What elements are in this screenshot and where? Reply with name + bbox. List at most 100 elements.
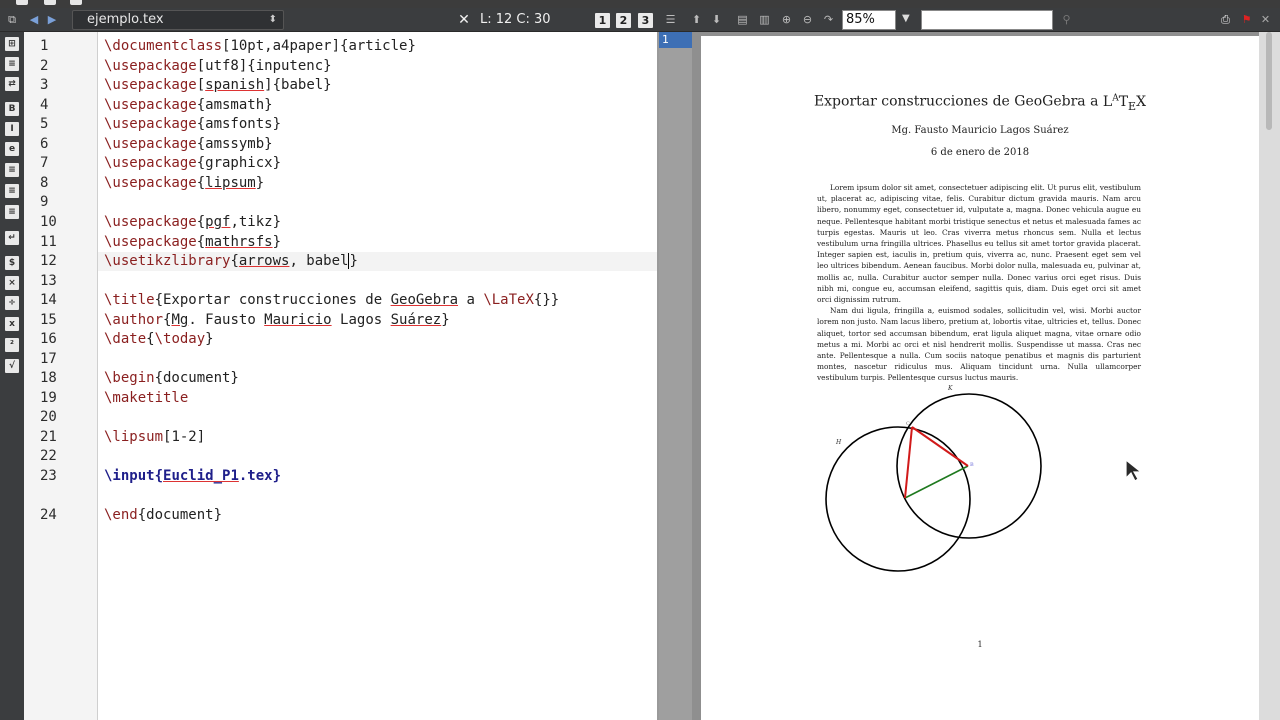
line-number: 15: [40, 312, 57, 328]
mouse-pointer-icon: [1125, 458, 1143, 482]
line-number: 3: [40, 77, 49, 93]
page-down-icon[interactable]: ⬇: [710, 13, 723, 26]
label-c: C: [906, 421, 910, 427]
newline-icon[interactable]: ↵: [5, 231, 19, 245]
view-button-1[interactable]: 1: [595, 13, 610, 28]
align-right-icon[interactable]: ≡: [5, 205, 19, 219]
code-line: \documentclass[10pt,a4paper]{article}: [104, 38, 416, 54]
main-toolbar-strip: [0, 0, 1280, 8]
code-text[interactable]: \documentclass[10pt,a4paper]{article} \u…: [104, 32, 658, 720]
code-line: \usepackage{lipsum}: [104, 175, 265, 191]
latex-logo: LATEX: [1102, 93, 1147, 113]
line-number-gutter: 1 2 3 4 5 6 7 8 9 10 11 12 13 14 15 16 1…: [24, 32, 98, 720]
code-line: \usepackage{mathrsfs}: [104, 234, 282, 250]
paragraph: Lorem ipsum dolor sit amet, consectetuer…: [817, 183, 1141, 305]
line-number: 22: [40, 448, 57, 464]
code-line: \lipsum[1-2]: [104, 429, 206, 445]
bookmarks-icon[interactable]: ≡: [5, 57, 19, 71]
superscript-icon[interactable]: ²: [5, 338, 19, 352]
sqrt-icon[interactable]: √: [5, 359, 19, 373]
circle-k: [896, 393, 1042, 539]
zoom-out-icon[interactable]: ⊖: [801, 13, 814, 26]
view-button-2[interactable]: 2: [616, 13, 631, 28]
line-number: 9: [40, 194, 49, 210]
circle-h: [825, 426, 971, 572]
document-date: 6 de enero de 2018: [930, 147, 1030, 158]
pdf-viewer[interactable]: 1 Exportar construcciones de GeoGebra a …: [659, 32, 1280, 720]
zoom-in-icon[interactable]: ⊕: [780, 13, 793, 26]
file-selector-label: ejemplo.tex: [87, 12, 164, 27]
code-line: \usepackage{amsmath}: [104, 97, 273, 113]
external-viewer-icon[interactable]: ⚑: [1240, 13, 1253, 26]
symbols-icon[interactable]: $: [5, 256, 19, 270]
line-number: 6: [40, 136, 49, 152]
line-number: 13: [40, 273, 57, 289]
line-number: 17: [40, 351, 57, 367]
sync-icon[interactable]: ↷: [822, 13, 835, 26]
emph-icon[interactable]: e: [5, 142, 19, 156]
fraction-icon[interactable]: ÷: [5, 296, 19, 310]
line-number: 11: [40, 234, 57, 250]
view-button-3[interactable]: 3: [638, 13, 653, 28]
code-line-current: \usetikzlibrary{arrows, babel}: [104, 253, 358, 269]
left-toolbar: ⊞ ≡ ⇄ B I e ≡ ≡ ≡ ↵ $ × ÷ x ² √: [0, 32, 24, 720]
find-icon[interactable]: ⚲: [1060, 13, 1073, 26]
code-editor[interactable]: 1 2 3 4 5 6 7 8 9 10 11 12 13 14 15 16 1…: [24, 32, 658, 720]
structure-icon[interactable]: ⊞: [5, 37, 19, 51]
code-line: \input{Euclid_P1.tex}: [104, 468, 282, 484]
page-up-icon[interactable]: ⬆: [690, 13, 703, 26]
open-file-icon[interactable]: [44, 0, 56, 5]
segment-bc: [911, 426, 969, 467]
segment-ac: [904, 426, 913, 499]
pdf-page: Exportar construcciones de GeoGebra a LA…: [701, 36, 1259, 720]
first-page-icon[interactable]: ▤: [736, 13, 749, 26]
align-center-icon[interactable]: ≡: [5, 184, 19, 198]
document-title: Exportar construcciones de GeoGebra a LA…: [813, 93, 1147, 113]
align-left-icon[interactable]: ≡: [5, 163, 19, 177]
label-k: K: [947, 385, 953, 392]
code-line: \usepackage{amsfonts}: [104, 116, 282, 132]
line-number: 1: [40, 38, 49, 54]
viewer-close-icon[interactable]: ✕: [1259, 13, 1272, 26]
labels-icon[interactable]: ⇄: [5, 77, 19, 91]
line-number: 14: [40, 292, 57, 308]
cursor-position-readout: L: 12 C: 30: [480, 12, 551, 27]
line-number: 16: [40, 331, 57, 347]
forward-arrow-icon[interactable]: ▶: [44, 12, 60, 28]
line-number: 20: [40, 409, 57, 425]
geometry-figure: H K C B: [825, 385, 1042, 572]
document-author: Mg. Fausto Mauricio Lagos Suárez: [891, 125, 1069, 136]
line-number: 19: [40, 390, 57, 406]
math-icon[interactable]: ×: [5, 276, 19, 290]
line-number: 4: [40, 97, 49, 113]
code-line: \begin{document}: [104, 370, 239, 386]
file-selector-caret-icon: ⬍: [268, 14, 277, 25]
subscript-icon[interactable]: x: [5, 317, 19, 331]
close-file-icon[interactable]: ✕: [457, 12, 471, 28]
viewer-search-input[interactable]: [921, 10, 1053, 30]
file-selector[interactable]: ejemplo.tex ⬍: [72, 10, 284, 30]
page-list-item[interactable]: 1: [659, 32, 692, 48]
zoom-dropdown-caret-icon[interactable]: ▼: [902, 13, 910, 24]
viewer-toolbar: ☰ ⬆ ⬇ ▤ ▥ ⊕ ⊖ ↷ 85% ▼ ⚲ ⎙ ⚑ ✕: [658, 8, 1280, 32]
document-list-icon[interactable]: ⧉: [4, 12, 20, 28]
code-line: \title{Exportar construcciones de GeoGeb…: [104, 292, 560, 308]
bold-icon[interactable]: B: [5, 102, 19, 116]
toc-icon[interactable]: ☰: [664, 13, 677, 26]
label-b: B: [970, 462, 974, 468]
texmaker-window: ⧉ ◀ ▶ ejemplo.tex ⬍ ✕ L: 12 C: 30 1 2 3 …: [0, 0, 1280, 720]
fit-page-icon[interactable]: ▥: [758, 13, 771, 26]
back-arrow-icon[interactable]: ◀: [26, 12, 42, 28]
code-line: \usepackage{graphicx}: [104, 155, 282, 171]
editor-toolbar: ⧉ ◀ ▶ ejemplo.tex ⬍ ✕ L: 12 C: 30 1 2 3: [0, 8, 658, 32]
scrollbar-thumb[interactable]: [1266, 32, 1272, 130]
new-file-icon[interactable]: [16, 0, 28, 5]
line-number: 10: [40, 214, 57, 230]
viewer-scrollbar[interactable]: [1259, 32, 1280, 720]
line-number: 5: [40, 116, 49, 132]
zoom-level-field[interactable]: 85%: [842, 10, 896, 30]
print-icon[interactable]: ⎙: [1219, 13, 1232, 26]
code-line: \date{\today}: [104, 331, 214, 347]
save-file-icon[interactable]: [70, 0, 82, 5]
italic-icon[interactable]: I: [5, 122, 19, 136]
